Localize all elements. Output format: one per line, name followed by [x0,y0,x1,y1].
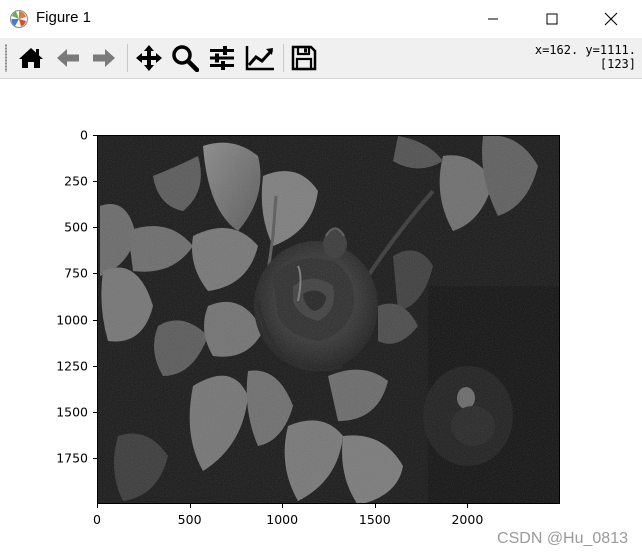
rose-image [98,136,559,503]
home-icon [19,48,43,68]
maximize-button[interactable] [529,0,575,38]
navigation-toolbar: x=162. y=1111. [123] [0,38,642,79]
x-tick-mark [282,504,284,508]
arrow-right-icon [93,49,115,67]
save-button[interactable] [288,42,320,74]
back-button[interactable] [52,42,84,74]
y-tick-label: 1500 [56,404,88,420]
y-tick-mark [93,181,97,183]
toolbar-separator [127,44,128,72]
title-bar: Figure 1 [0,0,642,38]
zoom-button[interactable] [169,42,201,74]
y-tick-label: 0 [80,127,88,143]
y-tick-label: 250 [64,173,88,189]
x-tick-mark [374,504,376,508]
forward-button[interactable] [88,42,120,74]
coordinate-readout: x=162. y=1111. [534,43,636,57]
move-icon [136,45,162,71]
y-tick-mark [93,319,97,321]
cursor-coordinates: x=162. y=1111. [123] [535,43,636,71]
y-tick-label: 500 [64,219,88,235]
x-tick-label: 2000 [451,512,484,527]
y-tick-mark [93,365,97,367]
y-tick-label: 1750 [56,450,88,466]
y-tick-label: 1250 [56,358,88,374]
y-tick-label: 1000 [56,312,88,327]
window-title: Figure 1 [36,9,92,26]
close-icon [604,12,618,26]
x-tick-label: 500 [177,512,202,527]
toolbar-grip[interactable] [5,44,7,72]
x-tick-label: 0 [93,512,101,527]
y-tick-mark [93,227,97,229]
x-tick-label: 1000 [266,512,299,527]
y-tick-label: 750 [64,265,88,281]
x-tick-mark [467,504,469,508]
watermark: CSDN @Hu_0813 [497,530,628,547]
home-button[interactable] [15,42,47,74]
y-tick-mark [93,411,97,413]
maximize-icon [546,13,558,25]
toolbar-separator [283,44,284,72]
subplots-button[interactable] [206,42,238,74]
close-button[interactable] [588,0,634,38]
x-tick-mark [97,504,98,508]
x-tick-label: 1500 [358,512,391,527]
edit-axes-button[interactable] [244,42,276,74]
minimize-icon [488,18,498,20]
x-tick-mark [189,504,191,508]
image-axes[interactable] [97,135,560,504]
minimize-button[interactable] [470,0,516,38]
y-tick-mark [93,457,97,459]
sliders-icon [210,46,234,70]
pixel-value-readout: [123] [599,57,636,71]
pan-button[interactable] [133,42,165,74]
line-chart-icon [245,46,274,71]
y-tick-mark [93,135,97,136]
matplotlib-icon [10,10,28,28]
y-tick-mark [93,273,97,275]
floppy-disk-icon [291,45,317,71]
arrow-left-icon [57,49,79,67]
magnifier-icon [172,45,199,72]
